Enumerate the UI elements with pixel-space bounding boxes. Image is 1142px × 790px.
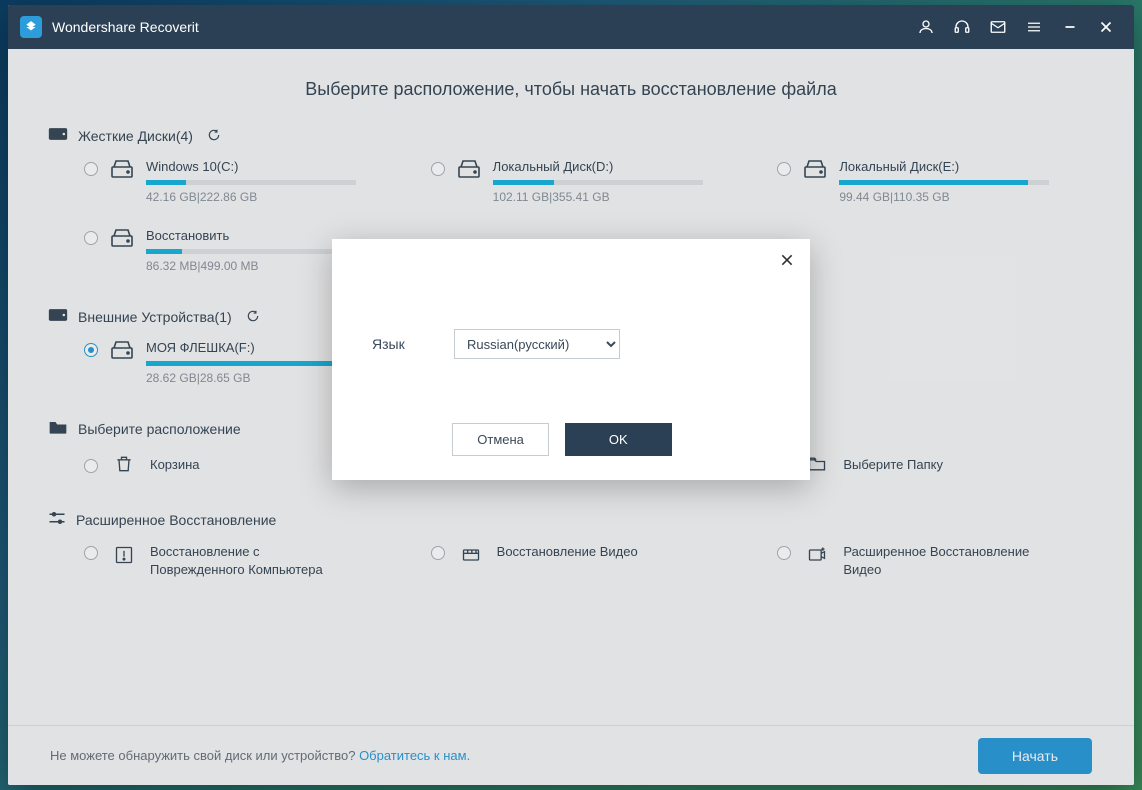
- titlebar: Wondershare Recoverit: [8, 5, 1134, 49]
- ok-button[interactable]: OK: [565, 423, 672, 456]
- modal-close-button[interactable]: [776, 249, 798, 271]
- cancel-button[interactable]: Отмена: [452, 423, 549, 456]
- language-select[interactable]: Russian(русский): [454, 329, 620, 359]
- app-logo-icon: [20, 16, 42, 38]
- language-modal: Язык Russian(русский) Отмена OK: [332, 239, 810, 480]
- menu-icon[interactable]: [1016, 9, 1052, 45]
- app-title: Wondershare Recoverit: [52, 19, 199, 35]
- account-icon[interactable]: [908, 9, 944, 45]
- mail-icon[interactable]: [980, 9, 1016, 45]
- app-window: Wondershare Recoverit Выберите расположе…: [8, 5, 1134, 785]
- close-button[interactable]: [1088, 9, 1124, 45]
- modal-overlay[interactable]: Язык Russian(русский) Отмена OK: [8, 49, 1134, 785]
- minimize-button[interactable]: [1052, 9, 1088, 45]
- headset-icon[interactable]: [944, 9, 980, 45]
- language-label: Язык: [372, 336, 454, 352]
